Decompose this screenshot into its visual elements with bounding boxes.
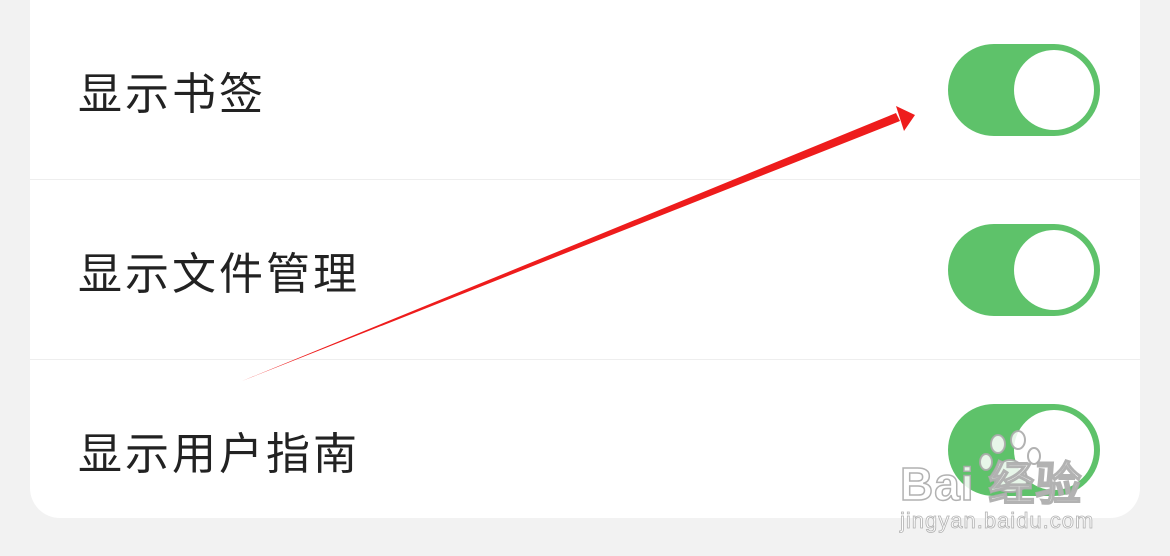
toggle-knob bbox=[1014, 50, 1094, 130]
setting-row-show-bookmarks[interactable]: 显示书签 bbox=[30, 0, 1140, 180]
toggle-knob bbox=[1014, 410, 1094, 490]
show-file-manager-toggle[interactable] bbox=[948, 224, 1100, 316]
setting-row-show-file-manager[interactable]: 显示文件管理 bbox=[30, 180, 1140, 360]
show-bookmarks-toggle[interactable] bbox=[948, 44, 1100, 136]
setting-label-show-bookmarks: 显示书签 bbox=[78, 69, 266, 120]
setting-label-show-user-guide: 显示用户指南 bbox=[78, 429, 360, 480]
setting-row-show-user-guide[interactable]: 显示用户指南 bbox=[30, 360, 1140, 540]
show-user-guide-toggle[interactable] bbox=[948, 404, 1100, 496]
toggle-knob bbox=[1014, 230, 1094, 310]
setting-label-show-file-manager: 显示文件管理 bbox=[78, 249, 360, 300]
settings-card: 显示书签 显示文件管理 显示用户指南 bbox=[30, 0, 1140, 518]
